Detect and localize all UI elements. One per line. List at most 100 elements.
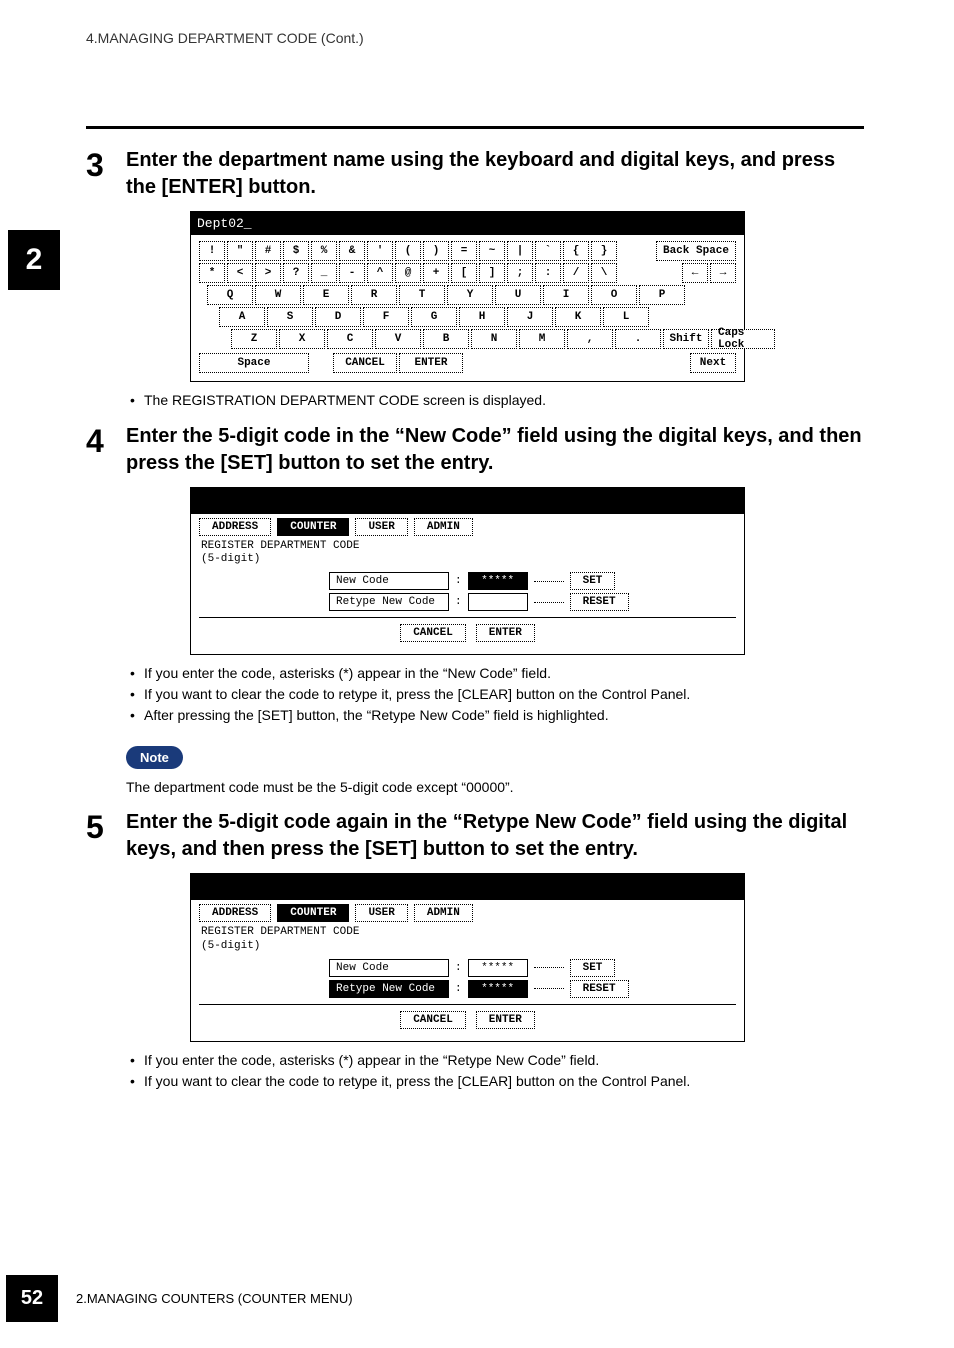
key-caret[interactable]: ^ [367, 263, 393, 283]
backspace-key[interactable]: Back Space [656, 241, 736, 261]
step4-bullet: After pressing the [SET] button, the “Re… [130, 705, 864, 726]
retype-code-label: Retype New Code [329, 593, 449, 611]
tab-user[interactable]: USER [355, 518, 407, 536]
key-o[interactable]: O [591, 285, 637, 305]
key-period[interactable]: . [615, 329, 661, 349]
key-semi[interactable]: ; [507, 263, 533, 283]
key-h[interactable]: H [459, 307, 505, 327]
key-u[interactable]: U [495, 285, 541, 305]
capslock-key[interactable]: Caps Lock [711, 329, 775, 349]
key-dquote[interactable]: " [227, 241, 253, 261]
key-gt[interactable]: > [255, 263, 281, 283]
shift-key[interactable]: Shift [663, 329, 709, 349]
counter-screenshot-2: ADDRESS COUNTER USER ADMIN REGISTER DEPA… [190, 873, 745, 1041]
key-z[interactable]: Z [231, 329, 277, 349]
key-pipe[interactable]: | [507, 241, 533, 261]
key-p[interactable]: P [639, 285, 685, 305]
key-eq[interactable]: = [451, 241, 477, 261]
screen-title-2: REGISTER DEPARTMENT CODE [201, 926, 359, 938]
key-bslash[interactable]: \ [591, 263, 617, 283]
key-lt[interactable]: < [227, 263, 253, 283]
tab-admin[interactable]: ADMIN [414, 518, 473, 536]
tab-address[interactable]: ADDRESS [199, 904, 271, 922]
key-a[interactable]: A [219, 307, 265, 327]
set-button[interactable]: SET [570, 572, 616, 590]
key-m[interactable]: M [519, 329, 565, 349]
step-heading-4: Enter the 5-digit code in the “New Code”… [126, 423, 864, 477]
new-code-label: New Code [329, 959, 449, 977]
key-plus[interactable]: + [423, 263, 449, 283]
key-r[interactable]: R [351, 285, 397, 305]
new-code-field[interactable]: ***** [468, 572, 528, 590]
tab-address[interactable]: ADDRESS [199, 518, 271, 536]
key-minus[interactable]: - [339, 263, 365, 283]
colon: : [455, 596, 462, 608]
key-hash[interactable]: # [255, 241, 281, 261]
key-t[interactable]: T [399, 285, 445, 305]
key-rparen[interactable]: ) [423, 241, 449, 261]
key-n[interactable]: N [471, 329, 517, 349]
key-y[interactable]: Y [447, 285, 493, 305]
key-c[interactable]: C [327, 329, 373, 349]
key-q[interactable]: Q [207, 285, 253, 305]
key-dollar[interactable]: $ [283, 241, 309, 261]
key-colon[interactable]: : [535, 263, 561, 283]
key-lbrace[interactable]: { [563, 241, 589, 261]
arrow-left-key[interactable]: ← [682, 263, 708, 283]
key-e[interactable]: E [303, 285, 349, 305]
note-badge: Note [126, 746, 183, 769]
key-star[interactable]: * [199, 263, 225, 283]
retype-code-field-2[interactable]: ***** [468, 980, 528, 998]
key-percent[interactable]: % [311, 241, 337, 261]
step5-bullet: If you want to clear the code to retype … [130, 1071, 864, 1092]
key-rbrack[interactable]: ] [479, 263, 505, 283]
key-w[interactable]: W [255, 285, 301, 305]
cancel-button[interactable]: CANCEL [400, 1011, 466, 1029]
key-rbrace[interactable]: } [591, 241, 617, 261]
tab-user[interactable]: USER [355, 904, 407, 922]
key-comma[interactable]: , [567, 329, 613, 349]
key-tilde[interactable]: ~ [479, 241, 505, 261]
enter-key[interactable]: ENTER [399, 353, 463, 373]
key-at[interactable]: @ [395, 263, 421, 283]
key-amp[interactable]: & [339, 241, 365, 261]
key-v[interactable]: V [375, 329, 421, 349]
key-excl[interactable]: ! [199, 241, 225, 261]
enter-button[interactable]: ENTER [476, 624, 535, 642]
key-b[interactable]: B [423, 329, 469, 349]
space-key[interactable]: Space [199, 353, 309, 373]
reset-button[interactable]: RESET [570, 593, 629, 611]
key-k[interactable]: K [555, 307, 601, 327]
key-g[interactable]: G [411, 307, 457, 327]
cancel-key[interactable]: CANCEL [333, 353, 397, 373]
screen-title-sub-2: (5-digit) [201, 940, 260, 952]
tab-counter[interactable]: COUNTER [277, 518, 349, 536]
enter-button[interactable]: ENTER [476, 1011, 535, 1029]
new-code-field-2[interactable]: ***** [468, 959, 528, 977]
key-qmark[interactable]: ? [283, 263, 309, 283]
key-slash[interactable]: / [563, 263, 589, 283]
key-s[interactable]: S [267, 307, 313, 327]
key-und[interactable]: _ [311, 263, 337, 283]
screen-title-sub-1: (5-digit) [201, 553, 260, 565]
tab-counter[interactable]: COUNTER [277, 904, 349, 922]
retype-code-field[interactable] [468, 593, 528, 611]
tab-admin[interactable]: ADMIN [414, 904, 473, 922]
key-d[interactable]: D [315, 307, 361, 327]
key-backtick[interactable]: ` [535, 241, 561, 261]
key-l[interactable]: L [603, 307, 649, 327]
next-key[interactable]: Next [690, 353, 736, 373]
arrow-right-key[interactable]: → [710, 263, 736, 283]
page-number: 52 [6, 1275, 58, 1322]
key-apos[interactable]: ' [367, 241, 393, 261]
key-j[interactable]: J [507, 307, 553, 327]
set-button[interactable]: SET [570, 959, 616, 977]
new-code-label: New Code [329, 572, 449, 590]
key-f[interactable]: F [363, 307, 409, 327]
key-lbrack[interactable]: [ [451, 263, 477, 283]
cancel-button[interactable]: CANCEL [400, 624, 466, 642]
key-x[interactable]: X [279, 329, 325, 349]
key-lparen[interactable]: ( [395, 241, 421, 261]
reset-button[interactable]: RESET [570, 980, 629, 998]
key-i[interactable]: I [543, 285, 589, 305]
